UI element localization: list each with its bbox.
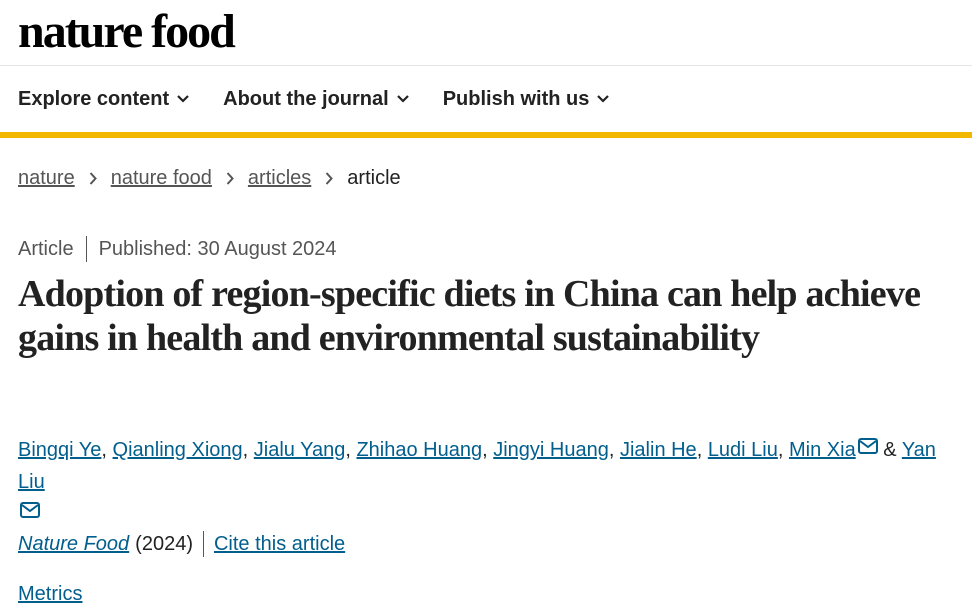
citation-line: Nature Food (2024) Cite this article [18, 531, 345, 557]
masthead: nature food [0, 0, 972, 66]
nav-publish-with-us[interactable]: Publish with us [443, 88, 610, 111]
author-link[interactable]: Jialin He [620, 439, 697, 461]
breadcrumb-nature[interactable]: nature [18, 167, 75, 190]
chevron-down-icon [597, 95, 610, 103]
nav-label: Explore content [18, 87, 170, 110]
author-link[interactable]: Min Xia [789, 439, 856, 461]
breadcrumb-articles[interactable]: articles [248, 167, 311, 190]
main-nav: Explore content About the journal Publis… [0, 66, 972, 132]
article-title: Adoption of region-specific diets in Chi… [18, 273, 921, 359]
chevron-right-icon [89, 172, 97, 185]
accent-bar [0, 132, 972, 138]
meta-divider [85, 236, 87, 262]
cite-article-link[interactable]: Cite this article [214, 533, 345, 556]
author-separator: , [345, 439, 351, 461]
author-separator: , [482, 439, 488, 461]
breadcrumb-current: article [347, 167, 401, 189]
chevron-right-icon [226, 172, 234, 185]
breadcrumb: nature nature food articles article [18, 167, 401, 190]
journal-link[interactable]: Nature Food [18, 533, 129, 556]
author-ampersand: & [883, 439, 897, 461]
author-separator: , [608, 439, 615, 461]
publication-year: (2024) [135, 532, 193, 555]
author-link[interactable]: Bingqi Ye [18, 439, 101, 461]
author-separator: , [777, 439, 784, 461]
citation-divider [202, 531, 204, 557]
author-separator: , [696, 439, 703, 461]
nav-explore-content[interactable]: Explore content [18, 88, 189, 111]
author-list: Bingqi Ye, Qianling Xiong, Jialu Yang, Z… [18, 434, 958, 530]
published-date: Published: 30 August 2024 [98, 237, 337, 260]
journal-logo[interactable]: nature food [18, 6, 236, 58]
nav-label: Publish with us [442, 87, 590, 110]
metrics-link[interactable]: Metrics [18, 583, 82, 606]
nav-label: About the journal [223, 87, 389, 110]
author-link[interactable]: Zhihao Huang [356, 439, 482, 461]
author-link[interactable]: Ludi Liu [708, 439, 778, 461]
email-icon[interactable] [20, 496, 40, 528]
article-meta: Article Published: 30 August 2024 [18, 236, 337, 262]
nav-about-journal[interactable]: About the journal [223, 88, 409, 111]
chevron-down-icon [396, 95, 409, 103]
author-link[interactable]: Jialu Yang [254, 439, 346, 461]
author-separator: , [101, 439, 107, 461]
author-separator: , [242, 439, 249, 461]
article-type: Article [18, 237, 74, 260]
chevron-down-icon [177, 95, 189, 103]
chevron-right-icon [325, 172, 334, 185]
email-icon[interactable] [857, 432, 878, 464]
author-link[interactable]: Qianling Xiong [113, 439, 243, 461]
author-link[interactable]: Jingyi Huang [493, 439, 609, 461]
breadcrumb-nature-food[interactable]: nature food [111, 167, 212, 190]
